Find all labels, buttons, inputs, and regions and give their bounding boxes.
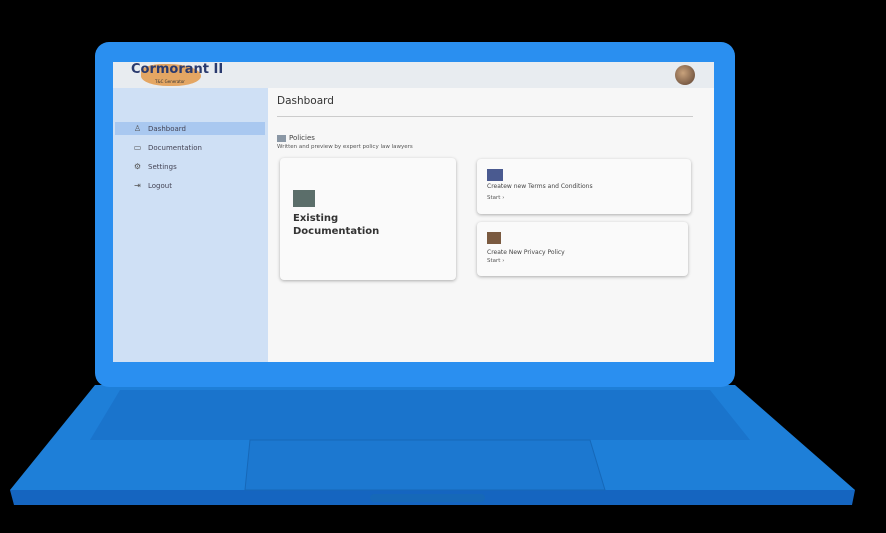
top-bar: Cormorant II T&C Generator [113,62,714,88]
sidebar: ♙ Dashboard ▭ Documentation ⚙ Settings ⇥ Log… [113,88,268,362]
policies-icon [277,134,286,142]
sidebar-item-label: Logout [148,181,172,190]
divider [277,116,693,117]
section-description: Written and preview by expert policy law… [277,144,413,150]
card-title: Createw new Terms and Conditions [487,183,593,190]
section-header: Policies [277,134,315,142]
laptop-notch [370,494,485,502]
sidebar-item-label: Settings [148,162,177,171]
avatar[interactable] [675,65,695,85]
terms-card[interactable]: Createw new Terms and Conditions Start › [477,159,691,214]
user-icon: ♙ [133,124,142,133]
sidebar-item-label: Documentation [148,143,202,152]
document-icon: ▭ [133,143,142,152]
keyboard [90,390,750,440]
chevron-right-icon: › [502,195,505,201]
sidebar-item-documentation[interactable]: ▭ Documentation [115,141,265,154]
sidebar-item-dashboard[interactable]: ♙ Dashboard [115,122,265,135]
sidebar-item-logout[interactable]: ⇥ Logout [115,179,265,192]
start-link[interactable]: Start › [487,195,504,201]
card-image [487,232,501,244]
card-title: Create New Privacy Policy [487,249,565,256]
privacy-policy-card[interactable]: Create New Privacy Policy Start › [477,222,688,276]
logo[interactable]: Cormorant II [131,62,223,77]
logo-subtext: T&C Generator [155,79,185,84]
page-title: Dashboard [277,95,334,107]
screen: Cormorant II T&C Generator ♙ Dashboard ▭ D… [113,62,714,362]
card-title: Existing Documentation [293,213,380,237]
start-link[interactable]: Start › [487,258,504,264]
trackpad [244,439,606,491]
sidebar-item-label: Dashboard [148,124,186,133]
existing-documentation-card[interactable]: Existing Documentation [280,158,456,280]
chevron-right-icon: › [502,258,505,264]
section-title: Policies [289,134,315,142]
gear-icon: ⚙ [133,162,142,171]
start-label: Start [487,258,501,264]
logout-icon: ⇥ [134,181,141,190]
card-image [487,169,503,181]
start-label: Start [487,195,501,201]
card-image [293,190,315,207]
sidebar-item-settings[interactable]: ⚙ Settings [115,160,265,173]
